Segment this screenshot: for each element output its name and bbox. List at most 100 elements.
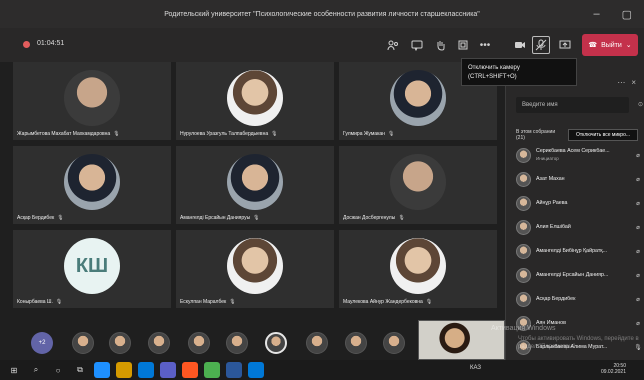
microphone-muted-icon: 🎙 <box>387 131 395 137</box>
microphone-muted-icon: 🎙 <box>55 299 63 305</box>
search-icon[interactable]: ⌕ <box>28 362 44 378</box>
chrome-icon[interactable] <box>182 362 198 378</box>
participant-photo <box>390 154 446 210</box>
participant-thumbnail[interactable] <box>188 332 210 354</box>
participant-video-grid: Жарымбетова Махабат Махкамдаровна 🎙 Нурул… <box>13 62 497 316</box>
microphone-mute-icon[interactable] <box>532 36 550 54</box>
participant-photo <box>390 70 446 126</box>
avatar <box>516 267 531 283</box>
participant-tile[interactable]: Нурулоева Уразгуль Талпабердыевна 🎙 <box>176 62 334 140</box>
windows-start-icon[interactable]: ⊞ <box>6 362 22 378</box>
invite-icon[interactable]: ⊙ <box>638 101 643 108</box>
avatar <box>516 219 531 235</box>
participant-photo <box>64 70 120 126</box>
minimize-icon[interactable]: – <box>593 8 599 20</box>
chat-icon[interactable] <box>408 36 426 54</box>
microphone-muted-icon: ⌀ <box>636 272 640 279</box>
participant-tile[interactable]: Ескулпан Маралбек 🎙 <box>176 230 334 308</box>
participants-icon[interactable] <box>384 36 402 54</box>
camera-icon[interactable] <box>511 36 529 54</box>
phone-hangup-icon: ☎ <box>588 42 598 49</box>
call-timer: 01:04:51 <box>37 40 65 47</box>
chevron-down-icon: ⌄ <box>625 42 632 49</box>
maximize-icon[interactable]: ▢ <box>622 8 632 21</box>
participant-thumbnail[interactable] <box>72 332 94 354</box>
microphone-muted-icon: ⌀ <box>636 248 640 255</box>
file-explorer-icon[interactable] <box>116 362 132 378</box>
avatar <box>516 243 531 259</box>
microphone-muted-icon: 🎙 <box>398 215 405 221</box>
windows-activation-watermark: Активация Windows <box>491 325 556 332</box>
participant-photo <box>64 154 120 210</box>
teams-icon[interactable] <box>160 362 176 378</box>
windows-activation-message: Чтобы активировать Windows, перейдите в … <box>518 336 639 350</box>
meeting-section-title: В этом собрании (21) <box>516 129 556 141</box>
participant-tile[interactable]: Маулекова Айнур Жандербековна 🎙 <box>339 230 497 308</box>
participant-thumbnail[interactable] <box>226 332 248 354</box>
active-speaker-thumbnail[interactable] <box>265 332 287 354</box>
microphone-muted-icon: 🎙 <box>271 131 278 137</box>
microphone-muted-icon: ⌀ <box>636 176 640 183</box>
microphone-muted-icon: ⌀ <box>636 224 640 231</box>
microphone-muted-icon: 🎙 <box>57 215 64 221</box>
microphone-muted-icon: 🎙 <box>229 299 236 305</box>
participant-list-item[interactable]: Айнұр Раева ⌀ <box>516 192 642 214</box>
camera-tooltip: Отключить камеру (CTRL+SHIFT+O) <box>461 58 577 86</box>
system-clock[interactable]: 20:50 09.02.2021 <box>601 363 626 375</box>
microphone-muted-icon: ⌀ <box>636 296 640 303</box>
participant-thumbnail[interactable] <box>383 332 405 354</box>
window-title: Родительский университет "Психологически… <box>164 10 480 18</box>
participant-tile[interactable]: Амангелді Ерсайын Данияруы 🎙 <box>176 146 334 224</box>
participant-list-item[interactable]: Серикбаева Асем Серикбае... Инициатор ⌀ <box>516 144 642 166</box>
task-view-icon[interactable]: ⧉ <box>72 362 88 378</box>
word-icon[interactable] <box>226 362 242 378</box>
participant-list-item[interactable]: Амангелді Бибінұр Қайратқ... ⌀ <box>516 240 642 262</box>
windows-taskbar: ⊞ ⌕ ○ ⧉ КАЗ 20:50 09.02.2021 <box>0 360 644 380</box>
participant-search-input[interactable]: Введите имя <box>516 97 629 113</box>
microphone-muted-icon: ⌀ <box>636 200 640 207</box>
participant-tile[interactable]: Досжан Досбергенулы 🎙 <box>339 146 497 224</box>
cortana-icon[interactable]: ○ <box>50 362 66 378</box>
participant-photo <box>227 70 283 126</box>
more-options-icon[interactable]: ⋯ <box>617 78 625 87</box>
participants-panel: ⋯ × Введите имя ⊙ В этом собрании (21) О… <box>505 62 644 360</box>
leave-button[interactable]: ☎ Выйти ⌄ <box>582 34 638 56</box>
recording-dot-icon <box>23 41 30 48</box>
keyboard-language[interactable]: КАЗ <box>470 365 481 371</box>
panel-controls: ⋯ × <box>617 78 636 87</box>
participant-thumbnail[interactable] <box>148 332 170 354</box>
microphone-muted-icon: 🎙 <box>425 299 433 305</box>
participant-photo <box>390 238 446 294</box>
microphone-muted-icon: ⌀ <box>636 152 640 159</box>
participant-list-item[interactable]: Алия Елшібай ⌀ <box>516 216 642 238</box>
avatar <box>516 195 531 211</box>
participant-thumbnail[interactable] <box>306 332 328 354</box>
avatar <box>516 291 531 307</box>
app-icon[interactable] <box>248 362 264 378</box>
participant-tile[interactable]: Жарымбетова Махабат Махкамдаровна 🎙 <box>13 62 171 140</box>
meeting-toolbar: 01:04:51 ••• ☎ Выйти ⌄ <box>0 28 644 62</box>
participant-list-item[interactable]: Азат Махан ⌀ <box>516 168 642 190</box>
participant-thumbnail[interactable] <box>109 332 131 354</box>
rooms-icon[interactable] <box>454 36 472 54</box>
share-screen-icon[interactable] <box>556 36 574 54</box>
microphone-muted-icon: 🎙 <box>113 131 120 137</box>
participant-initials-avatar: КШ <box>64 238 120 294</box>
store-icon[interactable] <box>138 362 154 378</box>
participant-photo <box>227 238 283 294</box>
close-icon[interactable]: × <box>631 78 636 87</box>
raise-hand-icon[interactable] <box>432 36 450 54</box>
participant-list-item[interactable]: Амангелді Ерсайын Данияр... ⌀ <box>516 264 642 286</box>
participant-tile[interactable]: КШ Конырбаева Ш. 🎙 <box>13 230 171 308</box>
chrome-alt-icon[interactable] <box>204 362 220 378</box>
participant-tile[interactable]: Асқар Бердибек 🎙 <box>13 146 171 224</box>
mute-all-button[interactable]: Отключить все микро... <box>568 129 638 141</box>
participant-thumbnail[interactable] <box>345 332 367 354</box>
participant-list-item[interactable]: Асқар Бердибек ⌀ <box>516 288 642 310</box>
avatar <box>516 147 531 163</box>
window-titlebar: Родительский университет "Психологически… <box>0 0 644 28</box>
browser-icon[interactable] <box>94 362 110 378</box>
more-participants-button[interactable]: +2 <box>31 332 53 354</box>
window-controls: – ▢ <box>593 0 644 28</box>
more-options-icon[interactable]: ••• <box>476 36 494 54</box>
